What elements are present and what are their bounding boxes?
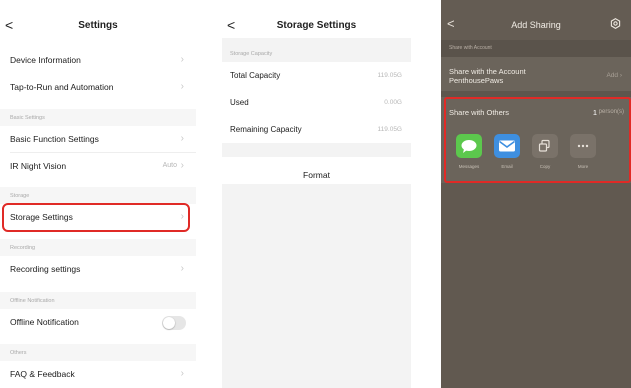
page-title: Settings <box>78 20 118 31</box>
total-capacity-row: Total Capacity 119.05G <box>222 62 411 89</box>
settings-screen: < Settings Device Information › Tap-to-R… <box>0 0 196 388</box>
page-title: Add Sharing <box>511 20 561 30</box>
section-others: Others <box>0 344 196 361</box>
ir-night-vision-value: Auto <box>162 162 177 169</box>
tap-to-run-label: Tap-to-Run and Automation <box>10 82 114 92</box>
basic-function-label: Basic Function Settings <box>10 134 99 144</box>
section-offline-notification: Offline Notification <box>0 292 196 309</box>
section-label: Offline Notification <box>10 298 55 304</box>
capacity-value: 119.05G <box>377 126 402 133</box>
chevron-right-icon: › <box>180 81 184 92</box>
highlight-box <box>444 97 631 183</box>
format-button[interactable]: Format <box>222 157 411 184</box>
section-label: Storage Capacity <box>230 51 273 57</box>
section-label: Share with Account <box>449 45 492 51</box>
add-sharing-screen: < Add Sharing Share with Account Share w… <box>441 0 631 388</box>
device-information-row[interactable]: Device Information › <box>0 47 196 74</box>
capacity-label: Total Capacity <box>230 71 281 80</box>
format-label: Format <box>303 170 330 180</box>
ir-night-vision-label: IR Night Vision <box>10 161 67 171</box>
section-basic-settings: Basic Settings <box>0 109 196 126</box>
add-link[interactable]: Add › <box>606 72 622 79</box>
capacity-value: 119.05G <box>377 72 402 79</box>
offline-notification-row: Offline Notification <box>0 309 196 336</box>
sharing-nav-bar: < Add Sharing <box>441 0 631 40</box>
faq-feedback-label: FAQ & Feedback <box>10 369 75 379</box>
chevron-right-icon: › <box>180 54 184 65</box>
chevron-right-icon: › <box>180 368 184 379</box>
highlight-box <box>2 203 190 232</box>
section-label: Recording <box>10 245 36 251</box>
settings-nav-bar: < Settings <box>0 0 196 44</box>
chevron-right-icon: › <box>180 263 184 274</box>
storage-settings-screen: < Storage Settings Storage Capacity Tota… <box>222 0 411 388</box>
section-storage: Storage <box>0 187 196 204</box>
remaining-capacity-row: Remaining Capacity 119.05G <box>222 116 411 143</box>
recording-settings-row[interactable]: Recording settings › <box>0 256 196 283</box>
ir-night-vision-row[interactable]: IR Night Vision Auto › <box>0 153 196 180</box>
settings-gear-icon[interactable] <box>610 18 621 29</box>
toggle-knob <box>163 317 175 329</box>
section-recording: Recording <box>0 239 196 256</box>
capacity-value: 0.00G <box>384 99 402 106</box>
storage-nav-bar: < Storage Settings <box>222 0 411 38</box>
used-row: Used 0.00G <box>222 89 411 116</box>
tap-to-run-row[interactable]: Tap-to-Run and Automation › <box>0 74 196 101</box>
share-account-name: PenthousePaws <box>449 76 504 85</box>
section-share-with-account: Share with Account <box>441 40 631 57</box>
share-account-label: Share with the Account <box>449 67 526 76</box>
empty-area <box>441 183 631 388</box>
faq-feedback-row[interactable]: FAQ & Feedback › <box>0 361 196 388</box>
recording-settings-label: Recording settings <box>10 264 81 274</box>
basic-function-row[interactable]: Basic Function Settings › <box>0 126 196 153</box>
section-label: Storage <box>10 193 30 199</box>
share-with-account-row[interactable]: Share with the Account PenthousePaws Add… <box>441 57 631 91</box>
capacity-label: Used <box>230 98 249 107</box>
section-storage-capacity: Storage Capacity <box>222 38 411 58</box>
device-information-label: Device Information <box>10 55 81 65</box>
capacity-label: Remaining Capacity <box>230 125 302 134</box>
section-label: Basic Settings <box>10 115 45 121</box>
offline-notification-label: Offline Notification <box>10 317 79 327</box>
chevron-right-icon: › <box>180 160 184 171</box>
page-title: Storage Settings <box>276 20 357 31</box>
section-label: Others <box>10 350 27 356</box>
chevron-right-icon: › <box>180 133 184 144</box>
offline-notification-toggle[interactable] <box>162 316 186 330</box>
